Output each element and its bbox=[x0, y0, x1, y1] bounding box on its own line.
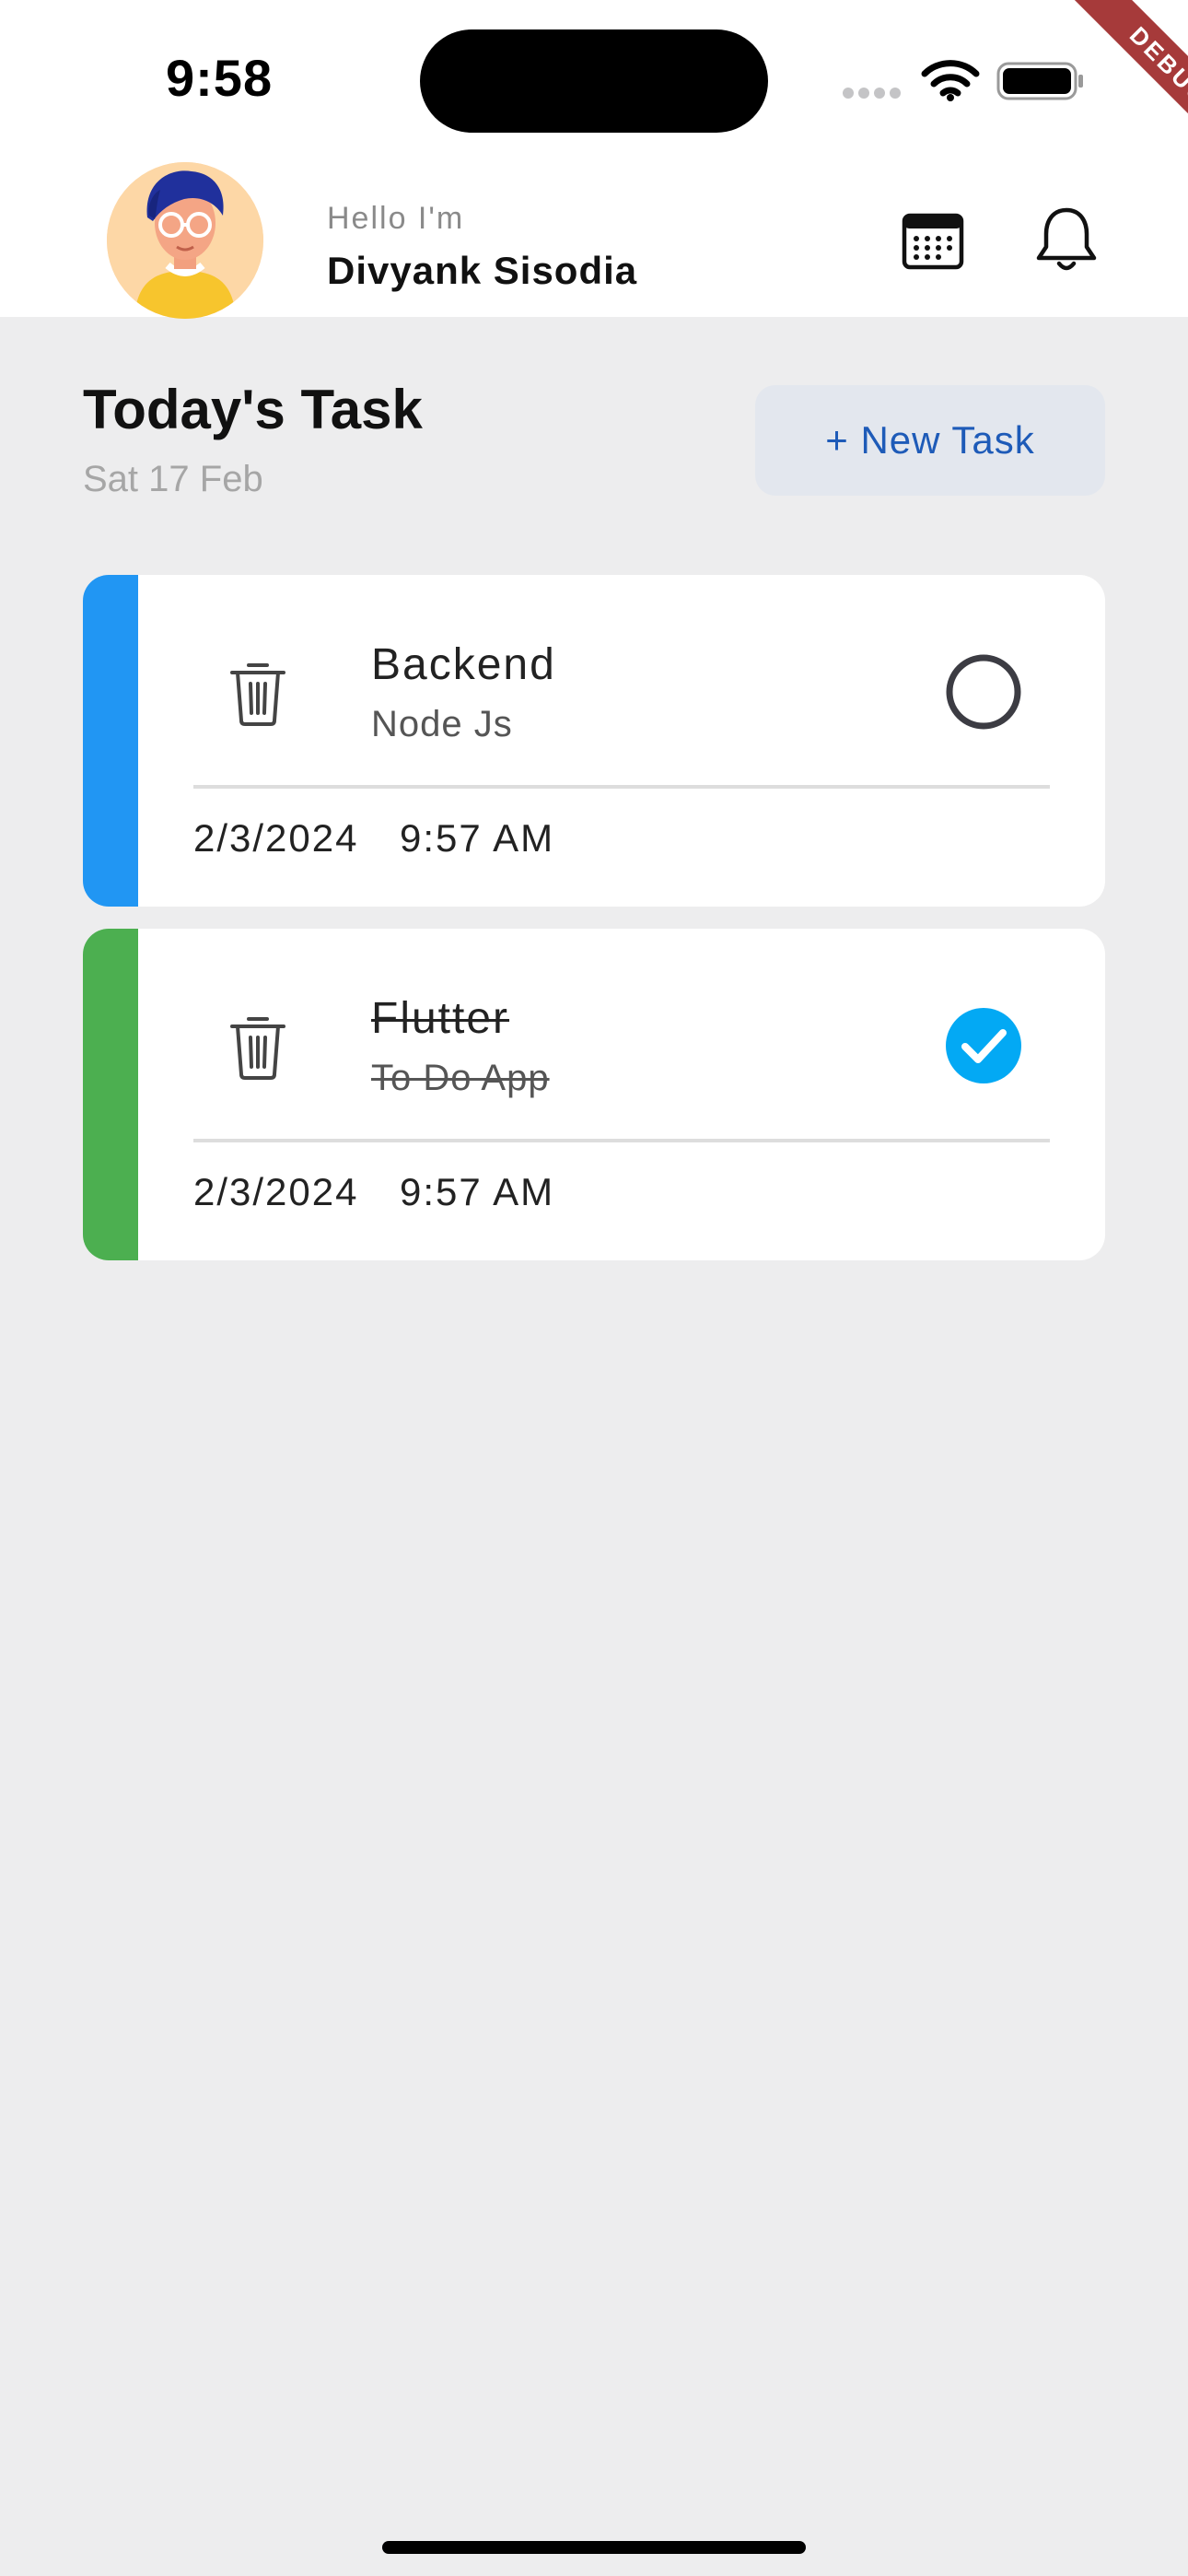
task-subtitle: To Do App bbox=[371, 1058, 550, 1098]
status-bar: 9:58 DEBUG bbox=[0, 0, 1188, 172]
trash-icon[interactable] bbox=[228, 1012, 287, 1080]
task-accent-bar bbox=[83, 929, 138, 1260]
task-date: 2/3/2024 bbox=[193, 816, 359, 860]
home-indicator bbox=[382, 2541, 806, 2554]
task-card[interactable]: Flutter To Do App 2/3/2024 9:57 AM bbox=[83, 929, 1105, 1260]
task-divider bbox=[193, 785, 1050, 789]
debug-label: DEBUG bbox=[1064, 0, 1188, 172]
app-header: Hello I'm Divyank Sisodia bbox=[0, 157, 1188, 319]
task-title: Backend bbox=[371, 640, 556, 689]
bell-icon[interactable] bbox=[1033, 205, 1100, 275]
avatar-illustration bbox=[107, 162, 263, 319]
calendar-icon[interactable] bbox=[901, 208, 965, 273]
task-time: 9:57 AM bbox=[400, 1170, 555, 1213]
greeting-text: Hello I'm bbox=[327, 201, 465, 236]
new-task-button[interactable]: + New Task bbox=[755, 385, 1105, 496]
page-title: Today's Task bbox=[83, 379, 423, 440]
page-date: Sat 17 Feb bbox=[83, 459, 263, 499]
avatar[interactable] bbox=[107, 162, 263, 319]
status-time: 9:58 bbox=[166, 49, 274, 107]
cellular-signal-icon bbox=[843, 87, 907, 99]
wifi-icon bbox=[921, 60, 980, 101]
dynamic-island bbox=[420, 29, 768, 133]
trash-icon[interactable] bbox=[228, 658, 287, 726]
task-time: 9:57 AM bbox=[400, 816, 555, 860]
task-checkbox-checked[interactable] bbox=[944, 1006, 1023, 1085]
task-accent-bar bbox=[83, 575, 138, 907]
task-divider bbox=[193, 1139, 1050, 1142]
task-title: Flutter bbox=[371, 994, 510, 1043]
task-card[interactable]: Backend Node Js 2/3/2024 9:57 AM bbox=[83, 575, 1105, 907]
user-name: Divyank Sisodia bbox=[327, 249, 638, 292]
task-subtitle: Node Js bbox=[371, 704, 513, 744]
task-date: 2/3/2024 bbox=[193, 1170, 359, 1213]
task-checkbox-unchecked[interactable] bbox=[944, 652, 1023, 732]
